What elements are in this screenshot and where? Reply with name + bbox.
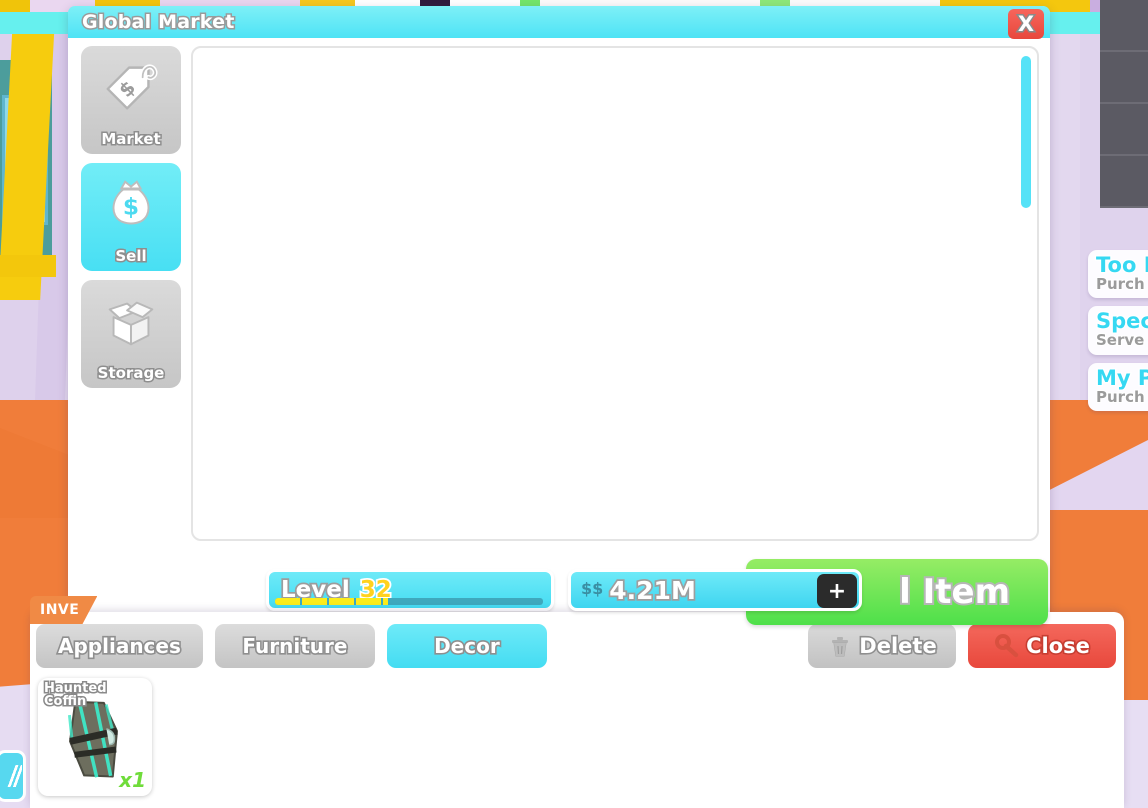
sidebar-item-label: Storage — [96, 363, 166, 384]
money-bag-icon: $ — [100, 173, 162, 235]
sidebar-item-label: Market — [100, 129, 162, 150]
money-display: $$ 4.21M + — [568, 569, 862, 611]
inventory-tag-label: INVE — [40, 602, 80, 618]
level-progress-segment — [329, 598, 354, 605]
sell-item-label: l Item — [897, 570, 1012, 614]
close-label: Close — [1025, 632, 1092, 659]
item-name: Haunted Coffin — [43, 681, 109, 710]
global-market-dialog: Global Market X $ Market $ Sell Storage … — [68, 6, 1050, 625]
page-title: Global Market — [81, 10, 236, 35]
item-count: x1 — [118, 767, 148, 794]
close-button[interactable]: Close — [968, 624, 1116, 668]
scrollbar-thumb[interactable] — [1021, 56, 1031, 208]
dialog-status-row: Level 32 l Item $$ 4.21M + — [68, 549, 1050, 625]
level-display: Level 32 — [266, 569, 554, 611]
notification-subtitle: Purch — [1095, 387, 1146, 407]
open-box-icon — [100, 290, 162, 352]
market-listings-area — [191, 46, 1039, 541]
delete-button[interactable]: Delete — [808, 624, 956, 668]
notification-stack: Too M Purch Spec Serve My P Purch — [1088, 250, 1148, 419]
side-menu-button-1[interactable] — [1100, 0, 1148, 52]
key-icon — [994, 633, 1020, 659]
scrollbar-track[interactable] — [1021, 56, 1031, 534]
notification-title: Spec — [1095, 309, 1148, 334]
dialog-titlebar: Global Market X — [68, 6, 1050, 39]
sidebar-item-market[interactable]: $ Market — [81, 46, 181, 154]
sidebar-item-storage[interactable]: Storage — [81, 280, 181, 388]
notification-card[interactable]: Spec Serve — [1088, 306, 1148, 355]
side-menu-button-3[interactable] — [1100, 104, 1148, 156]
svg-text:$: $ — [123, 194, 139, 221]
level-progress-segment — [302, 598, 327, 605]
level-progress-segment — [356, 598, 381, 605]
money-value: 4.21M — [608, 574, 698, 606]
level-progress-segment — [383, 598, 388, 605]
tab-decor[interactable]: Decor — [386, 624, 547, 668]
background-shop-counter — [0, 255, 56, 277]
side-menu-button-4[interactable] — [1100, 156, 1148, 208]
inventory-actions: Delete Close — [808, 624, 1116, 668]
notification-card[interactable]: Too M Purch — [1088, 250, 1148, 299]
tab-label: Appliances — [56, 632, 182, 659]
notification-subtitle: Serve — [1095, 330, 1146, 350]
sidebar-item-sell[interactable]: $ Sell — [81, 163, 181, 271]
currency-symbol: $$ — [581, 579, 604, 598]
inventory-tag: INVE — [30, 596, 98, 624]
notification-subtitle: Purch — [1095, 274, 1146, 294]
notification-title: Too M — [1095, 253, 1148, 278]
inventory-grid: Haunted Coffin x1 — [38, 678, 152, 796]
inventory-panel: INVE Appliances Furniture Decor Delete C… — [30, 596, 1124, 808]
close-icon[interactable]: X — [1008, 9, 1044, 39]
side-menu-buttons[interactable] — [1100, 0, 1148, 216]
inventory-tabs: Appliances Furniture Decor — [36, 624, 547, 668]
sidebar-item-label: Sell — [114, 246, 148, 267]
notification-card[interactable]: My P Purch — [1088, 362, 1148, 411]
tab-furniture[interactable]: Furniture — [214, 624, 375, 668]
tab-label: Decor — [432, 632, 501, 659]
inventory-item-card[interactable]: Haunted Coffin x1 — [38, 678, 152, 796]
delete-label: Delete — [858, 632, 939, 659]
dialog-sidebar: $ Market $ Sell Storage — [81, 46, 181, 397]
price-tag-icon: $ — [100, 56, 162, 118]
notification-title: My P — [1095, 365, 1148, 390]
side-menu-button-2[interactable] — [1100, 52, 1148, 104]
add-money-button[interactable]: + — [817, 574, 857, 608]
trash-icon — [827, 633, 853, 659]
tab-appliances[interactable]: Appliances — [36, 624, 203, 668]
game-screen: Too M Purch Spec Serve My P Purch Global… — [0, 0, 1148, 808]
level-progress-bar — [275, 598, 543, 605]
settings-shortcut-button[interactable] — [0, 750, 26, 802]
level-progress-segment — [275, 598, 300, 605]
tab-label: Furniture — [241, 632, 349, 659]
